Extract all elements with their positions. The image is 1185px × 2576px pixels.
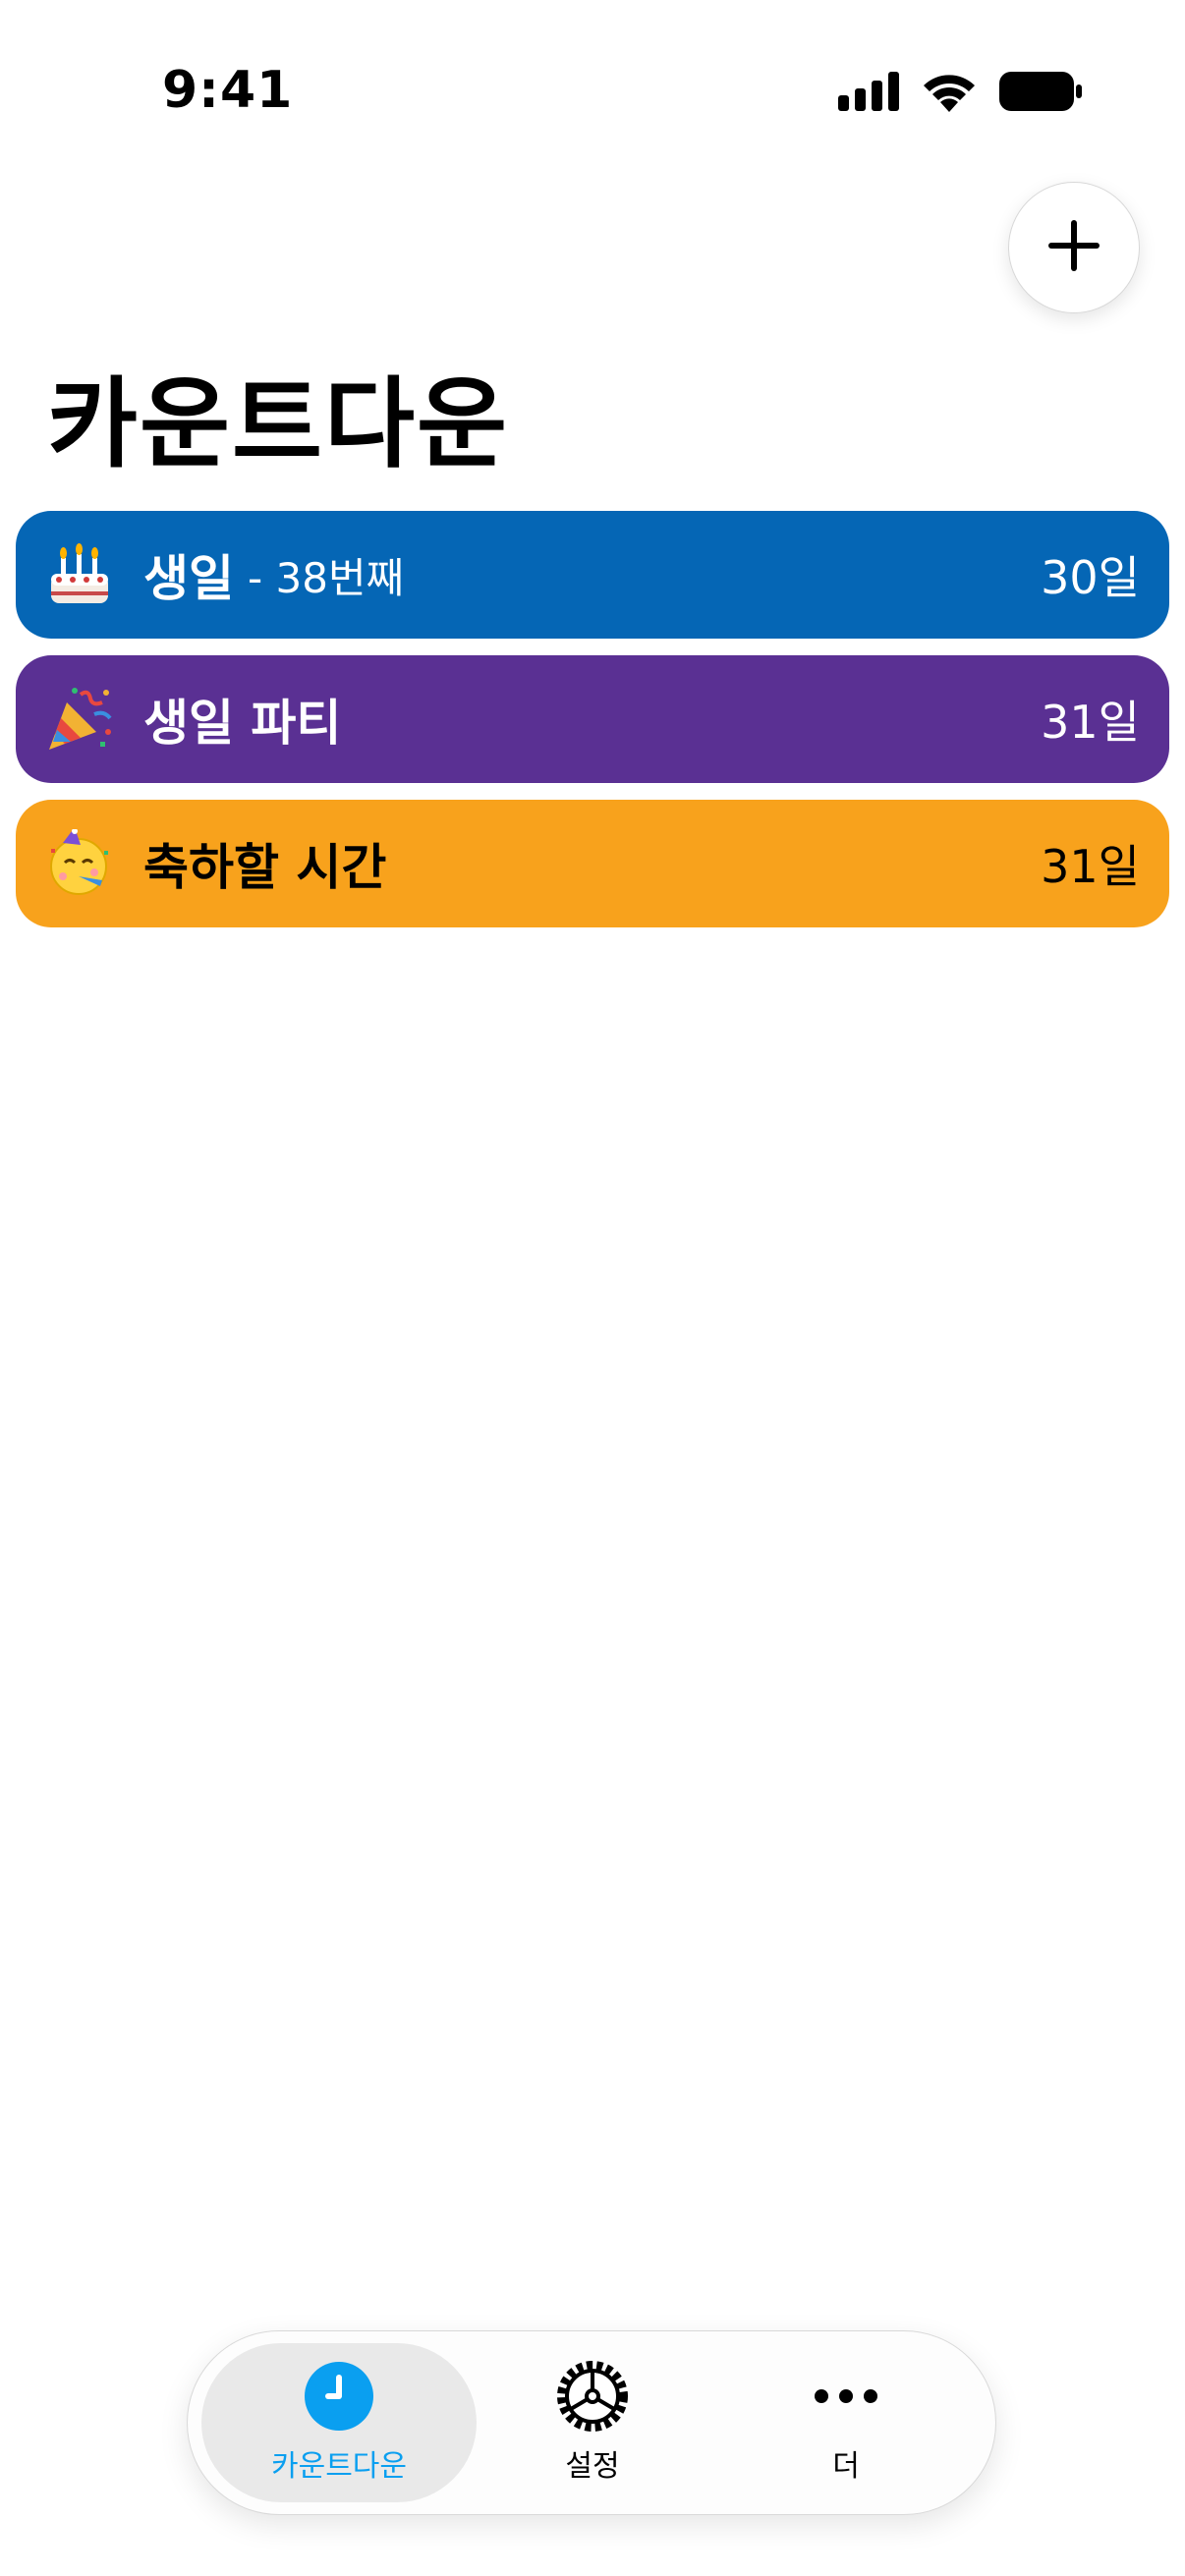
status-time: 9:41 (162, 61, 294, 120)
countdown-days: 31일 (1041, 840, 1140, 893)
tab-countdown[interactable]: 카운트다운 (201, 2343, 477, 2502)
countdown-title: 생일 (143, 550, 234, 607)
status-icons (838, 71, 1082, 116)
countdown-row-birthday-party[interactable]: 생일 파티 31일 (16, 655, 1169, 783)
tab-bar: 카운트다운 설정 더 (187, 2330, 996, 2515)
countdown-title: 축하할 시간 (143, 839, 387, 896)
battery-icon (999, 72, 1082, 115)
partying-face-icon (45, 827, 114, 898)
birthday-cake-icon (45, 540, 114, 609)
party-popper-icon (45, 685, 114, 754)
more-icon (812, 2386, 880, 2410)
countdown-subtitle: - 38번째 (248, 553, 405, 602)
gear-icon (553, 2357, 632, 2439)
page-title: 카운트다운 (47, 366, 509, 481)
tab-label: 카운트다운 (271, 2449, 407, 2484)
add-countdown-button[interactable] (1008, 182, 1140, 313)
tab-settings[interactable]: 설정 (455, 2343, 730, 2502)
countdown-row-birthday[interactable]: 생일 - 38번째 30일 (16, 511, 1169, 639)
countdown-row-celebration[interactable]: 축하할 시간 31일 (16, 800, 1169, 927)
countdown-list: 생일 - 38번째 30일 생일 파티 31일 축하할 시간 31일 (16, 511, 1169, 944)
plus-icon (1046, 218, 1101, 277)
cellular-signal-icon (838, 72, 899, 115)
clock-icon (304, 2361, 374, 2436)
wifi-icon (921, 71, 978, 116)
tab-label: 더 (832, 2449, 860, 2484)
countdown-days: 30일 (1041, 551, 1140, 604)
tab-more[interactable]: 더 (708, 2343, 984, 2502)
countdown-days: 31일 (1041, 696, 1140, 749)
status-bar: 9:41 (0, 0, 1185, 187)
countdown-title: 생일 파티 (143, 695, 342, 752)
tab-label: 설정 (565, 2449, 620, 2484)
